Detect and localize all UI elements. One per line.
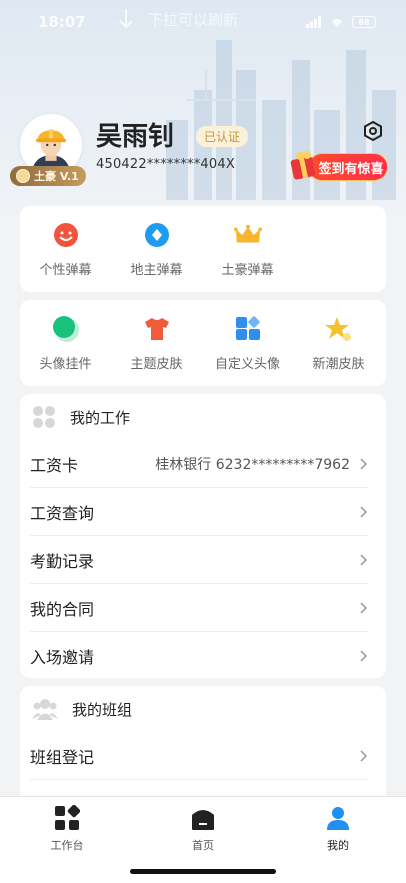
salary-card-value: 桂林银行 6232*********7962 — [155, 456, 350, 473]
decor-item-trendy-skin[interactable]: 新潮皮肤 — [293, 300, 384, 386]
decor-item-theme-skin[interactable]: 主题皮肤 — [111, 300, 202, 386]
decor-label: 头像挂件 — [39, 356, 92, 372]
barrage-label: 地主弹幕 — [130, 262, 183, 278]
decor-item-custom-avatar[interactable]: 自定义头像 — [202, 300, 293, 386]
list-item-label: 工资查询 — [30, 503, 95, 523]
barrage-item-landlord[interactable]: 地主弹幕 — [111, 206, 202, 292]
tab-label: 工作台 — [50, 839, 84, 852]
decor-card: 头像挂件 主题皮肤 自定义头像 新潮皮肤 — [20, 300, 386, 386]
chevron-right-icon — [360, 601, 368, 614]
list-item-salary-card[interactable]: 工资卡 桂林银行 6232*********7962 — [30, 440, 368, 488]
list-item-salary-query[interactable]: 工资查询 — [30, 488, 368, 536]
barrage-label: 个性弹幕 — [39, 262, 92, 278]
barrage-label: 土豪弹幕 — [221, 262, 274, 278]
list-item-label: 我的合同 — [30, 599, 95, 619]
tab-label: 首页 — [192, 839, 214, 852]
my-work-list: 工资卡 桂林银行 6232*********7962 工资查询 考勤记录 我的合… — [20, 440, 386, 680]
status-icons: 68 — [306, 16, 376, 28]
chevron-right-icon — [360, 650, 368, 662]
pull-to-refresh-hint: 下拉可以刷新 — [118, 8, 238, 30]
chevron-right-icon — [360, 457, 368, 470]
barrage-item-personal[interactable]: 个性弹幕 — [20, 206, 111, 292]
list-item-label: 工资卡 — [30, 455, 79, 475]
home-indicator — [130, 869, 276, 874]
pull-hint-text: 下拉可以刷新 — [148, 10, 239, 29]
decor-item-avatar-pendant[interactable]: 头像挂件 — [20, 300, 111, 386]
home-icon — [192, 810, 214, 830]
chevron-right-icon — [360, 553, 368, 566]
list-item-team-register[interactable]: 班组登记 — [30, 732, 368, 780]
smile-icon — [52, 221, 80, 249]
workbench-icon — [55, 805, 80, 830]
signal-icon — [306, 16, 321, 28]
settings-icon[interactable] — [362, 120, 384, 142]
chevron-right-icon — [360, 505, 368, 518]
tab-label: 我的 — [327, 839, 349, 852]
verified-badge: 已认证 — [196, 126, 249, 147]
decor-label: 主题皮肤 — [130, 356, 183, 372]
my-team-title: 我的班组 — [72, 700, 133, 719]
circle-icon — [52, 315, 80, 343]
list-item-label: 入场邀请 — [30, 648, 95, 667]
list-item-entry-invite[interactable]: 入场邀请 — [30, 632, 368, 680]
list-item-label: 考勤记录 — [30, 551, 95, 571]
level-badge: 土豪 V.1 — [10, 166, 86, 186]
grid-icon — [234, 315, 262, 343]
my-team-card: 我的班组 班组登记 — [20, 686, 386, 806]
apps-icon — [33, 406, 55, 428]
barrage-card: 个性弹幕 地主弹幕 土豪弹幕 — [20, 206, 386, 292]
my-work-title: 我的工作 — [70, 408, 131, 427]
tab-mine[interactable]: 我的 — [293, 805, 383, 853]
decor-label: 新潮皮肤 — [312, 356, 365, 372]
gift-icon — [290, 151, 316, 180]
coin-icon — [16, 169, 30, 183]
tab-home[interactable]: 首页 — [158, 805, 248, 853]
tab-workbench[interactable]: 工作台 — [22, 805, 112, 853]
status-time: 18:07 — [38, 13, 86, 31]
checkin-button[interactable]: 签到有惊喜 — [286, 146, 390, 184]
crown-icon — [233, 221, 262, 249]
user-name: 吴雨钊 — [96, 122, 175, 152]
diamond-icon — [143, 221, 171, 249]
level-badge-text: 土豪 V.1 — [34, 170, 79, 183]
profile-icon — [327, 807, 349, 830]
id-number: 450422********404X — [96, 157, 235, 172]
star-icon — [324, 315, 353, 343]
my-work-header: 我的工作 — [20, 394, 386, 440]
team-icon — [32, 699, 58, 720]
battery-icon: 68 — [352, 16, 376, 28]
wifi-icon — [332, 18, 342, 27]
tshirt-icon — [143, 315, 171, 343]
list-item-label: 班组登记 — [30, 747, 95, 767]
decor-label: 自定义头像 — [214, 356, 280, 372]
barrage-item-rich[interactable]: 土豪弹幕 — [202, 206, 293, 292]
chevron-right-icon — [360, 749, 368, 762]
my-team-header: 我的班组 — [20, 686, 386, 732]
list-item-attendance[interactable]: 考勤记录 — [30, 536, 368, 584]
list-item-contract[interactable]: 我的合同 — [30, 584, 368, 632]
my-work-card: 我的工作 工资卡 桂林银行 6232*********7962 工资查询 考勤记… — [20, 394, 386, 678]
arrow-down-icon — [119, 9, 133, 29]
